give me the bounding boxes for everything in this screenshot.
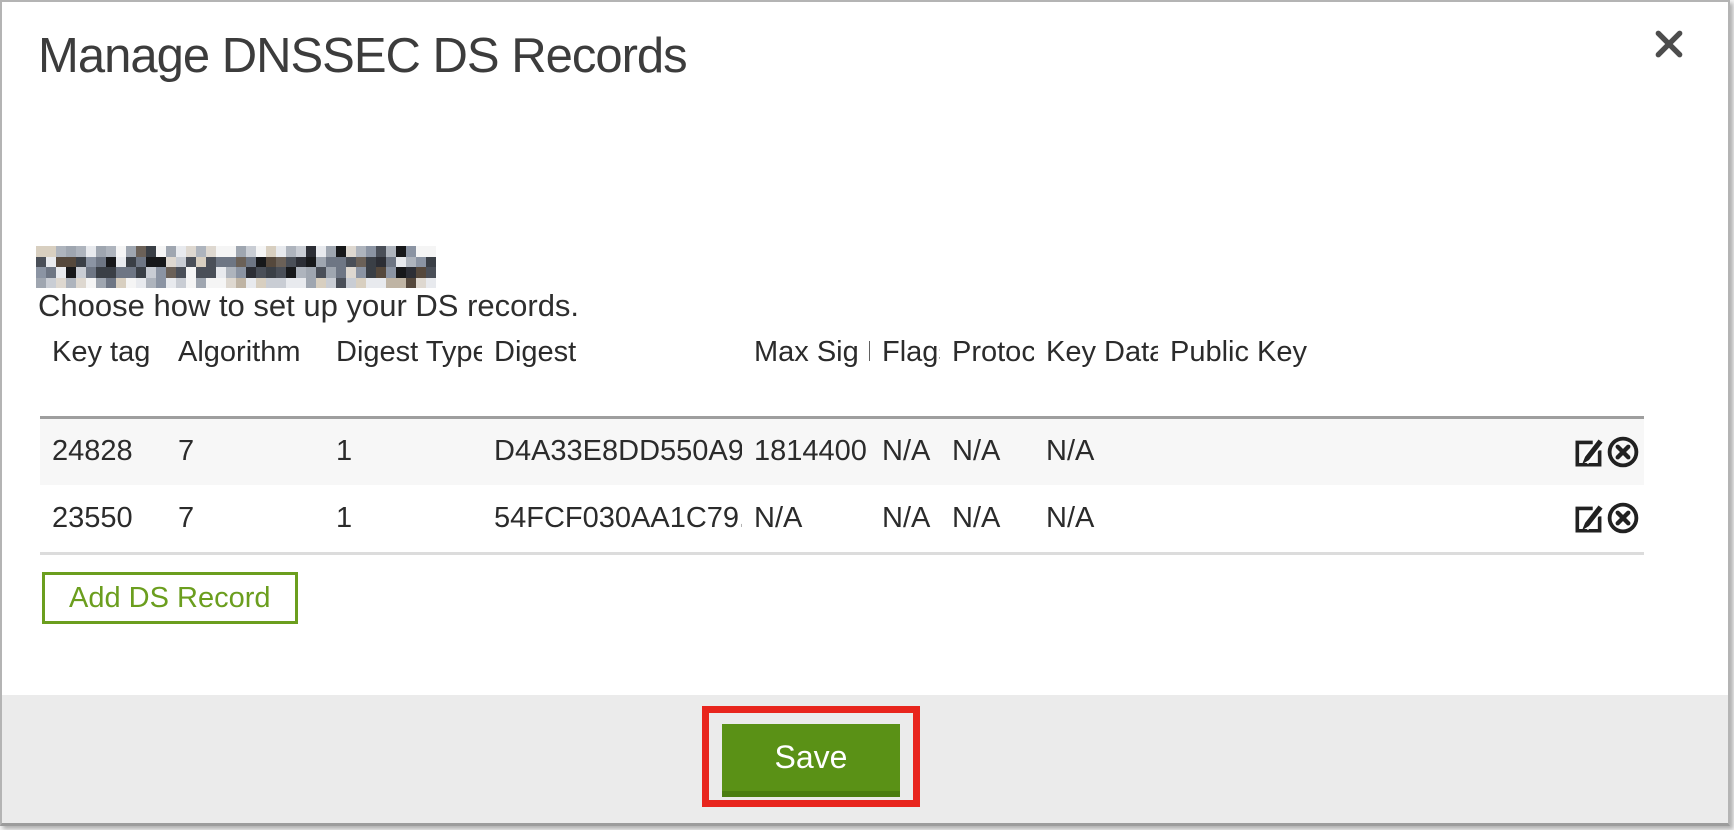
- column-header-public-key: Public Key: [1158, 330, 1552, 417]
- ds-records-table: Key tagAlgorithmDigest TypeDigestMax Sig…: [40, 330, 1644, 555]
- record-cell: N/A: [940, 485, 1034, 553]
- record-cell: 54FCF030AA1C79...: [482, 485, 742, 553]
- column-header-flags: Flags: [870, 330, 940, 417]
- record-cell: 1: [324, 485, 482, 553]
- record-cell: N/A: [870, 485, 940, 553]
- close-icon: [1650, 51, 1688, 66]
- record-cell: N/A: [870, 417, 940, 485]
- save-button[interactable]: Save: [722, 724, 900, 797]
- setup-instruction: Choose how to set up your DS records.: [38, 288, 579, 324]
- record-cell: D4A33E8DD550A9...: [482, 417, 742, 485]
- delete-record-icon[interactable]: [1606, 501, 1640, 535]
- table-header-row: Key tagAlgorithmDigest TypeDigestMax Sig…: [40, 330, 1644, 417]
- record-cell: 7: [166, 485, 324, 553]
- redacted-domain-name: [36, 246, 436, 288]
- record-cell: N/A: [1034, 417, 1158, 485]
- column-header-key-data-alg: Key Data Alg: [1034, 330, 1158, 417]
- column-header-key-tag: Key tag: [40, 330, 166, 417]
- record-cell: 24828: [40, 417, 166, 485]
- close-button[interactable]: [1648, 24, 1690, 66]
- record-cell: N/A: [742, 485, 870, 553]
- record-cell: 1: [324, 417, 482, 485]
- ds-record-row: 2482871D4A33E8DD550A9...1814400N/AN/AN/A: [40, 417, 1644, 485]
- column-header-digest-type: Digest Type: [324, 330, 482, 417]
- edit-record-icon[interactable]: [1572, 501, 1606, 535]
- record-actions: [1552, 485, 1644, 553]
- column-header-algorithm: Algorithm: [166, 330, 324, 417]
- record-cell: [1158, 417, 1552, 485]
- dialog-title: Manage DNSSEC DS Records: [38, 28, 687, 84]
- save-highlight-box: Save: [702, 706, 920, 807]
- add-ds-record-button[interactable]: Add DS Record: [42, 572, 298, 624]
- dnssec-dialog: Manage DNSSEC DS Records Choose how to s…: [0, 0, 1730, 826]
- record-cell: N/A: [940, 417, 1034, 485]
- column-header-actions: [1552, 330, 1644, 417]
- delete-record-icon[interactable]: [1606, 435, 1640, 469]
- record-cell: 7: [166, 417, 324, 485]
- column-header-protocol: Protocol: [940, 330, 1034, 417]
- column-header-digest: Digest: [482, 330, 742, 417]
- record-cell: [1158, 485, 1552, 553]
- edit-record-icon[interactable]: [1572, 435, 1606, 469]
- ds-record-row: 235507154FCF030AA1C79...N/AN/AN/AN/A: [40, 485, 1644, 553]
- dialog-footer: Save Cancel: [2, 695, 1728, 823]
- record-actions: [1552, 417, 1644, 485]
- record-cell: N/A: [1034, 485, 1158, 553]
- record-cell: 1814400: [742, 417, 870, 485]
- column-header-max-sig-life: Max Sig Life: [742, 330, 870, 417]
- record-cell: 23550: [40, 485, 166, 553]
